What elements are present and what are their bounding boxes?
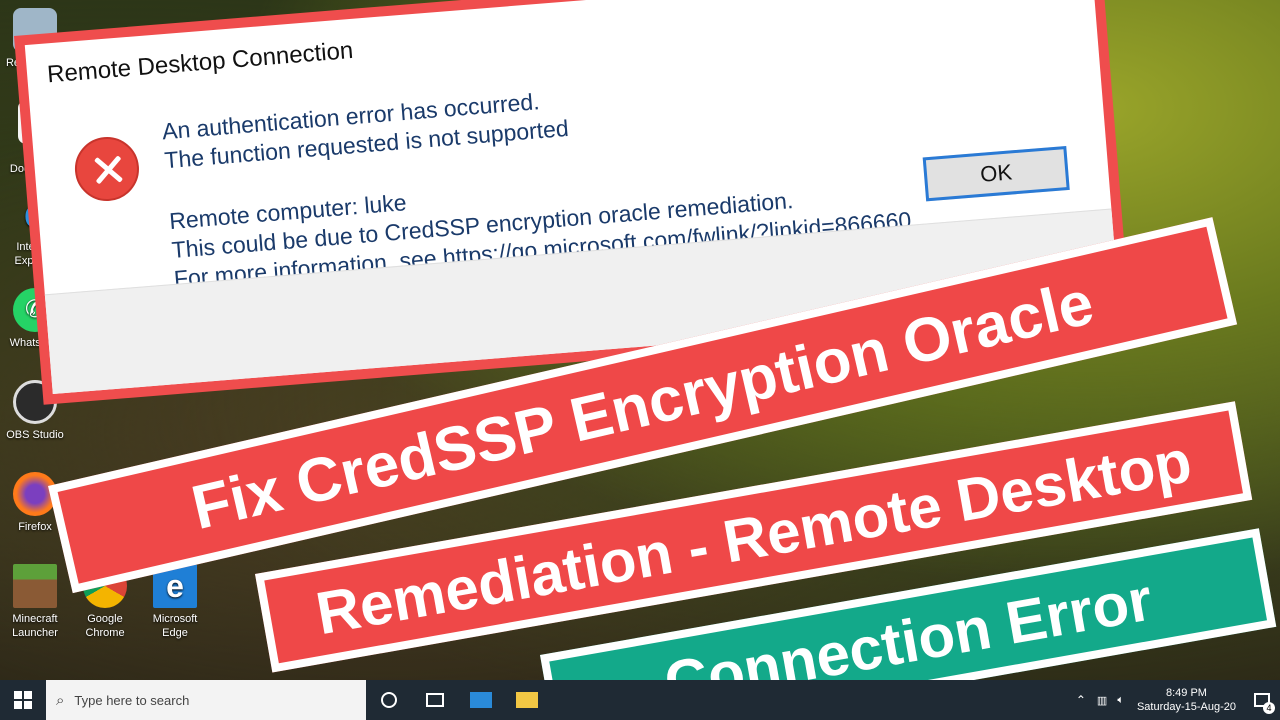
mail-icon: [470, 692, 492, 708]
ok-button[interactable]: OK: [922, 145, 1070, 202]
volume-icon[interactable]: 🔈︎: [1112, 694, 1129, 707]
desktop-icon-label: Microsoft Edge: [152, 613, 198, 639]
desktop-icon-label: Firefox: [18, 521, 52, 533]
cortana-circle-icon: [381, 692, 397, 708]
chevron-up-icon[interactable]: ⌃: [1070, 693, 1092, 707]
notification-count-badge: 4: [1263, 702, 1275, 714]
notification-center-button[interactable]: 4: [1244, 680, 1280, 720]
folder-icon: [516, 692, 538, 708]
minecraft-icon: [13, 564, 57, 608]
desktop-icon-label: OBS Studio: [6, 429, 64, 441]
taskbar: ⌕ Type here to search ⌃ ▥ 🔈︎ 8:49 PM Sat…: [0, 680, 1280, 720]
desktop-icon-label: Google Chrome: [85, 613, 125, 639]
taskbar-clock[interactable]: 8:49 PM Saturday-15-Aug-20: [1129, 686, 1244, 714]
start-button[interactable]: [0, 680, 46, 720]
windows-logo-icon: [14, 691, 32, 709]
error-icon: [72, 134, 142, 204]
taskbar-mail-button[interactable]: [458, 680, 504, 720]
desktop-icon-microsoft-edge[interactable]: e Microsoft Edge: [140, 564, 210, 640]
clock-time: 8:49 PM: [1165, 687, 1207, 699]
search-icon: ⌕: [56, 691, 65, 709]
task-view-button[interactable]: [412, 680, 458, 720]
cortana-button[interactable]: [366, 680, 412, 720]
search-placeholder: Type here to search: [74, 692, 190, 708]
desktop-icon-label: Minecraft Launcher: [12, 613, 58, 639]
taskbar-file-explorer-button[interactable]: [504, 680, 550, 720]
system-tray: ⌃ ▥ 🔈︎ 8:49 PM Saturday-15-Aug-20 4: [1070, 680, 1280, 720]
taskbar-search-box[interactable]: ⌕ Type here to search: [46, 680, 366, 720]
task-view-icon: [426, 693, 444, 707]
dialog-title: Remote Desktop Connection: [46, 36, 355, 89]
desktop-icon-minecraft-launcher[interactable]: Minecraft Launcher: [0, 564, 70, 640]
clock-date: Saturday-15-Aug-20: [1136, 701, 1236, 713]
network-icon[interactable]: ▥: [1092, 694, 1112, 707]
